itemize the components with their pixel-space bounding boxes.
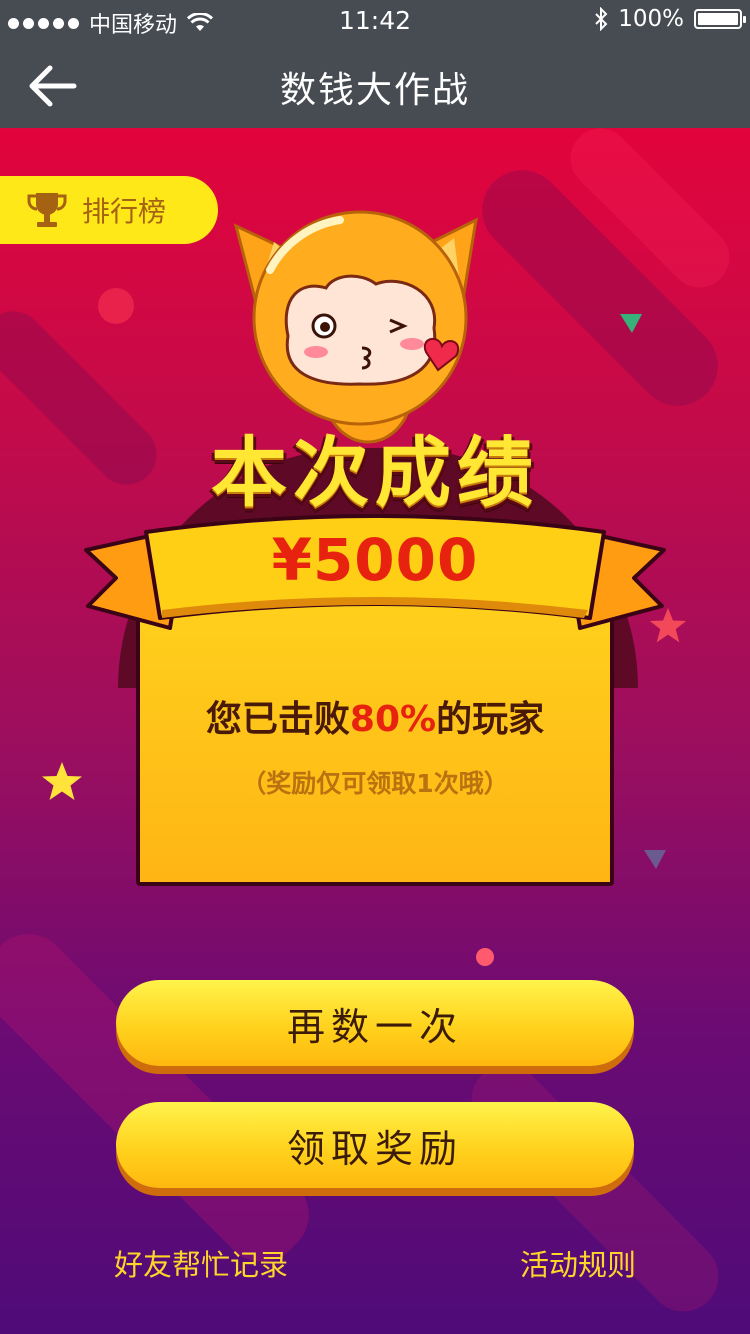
decor-dot <box>98 288 134 324</box>
game-result-stage: 排行榜 本次成绩 ¥5000 您已击败80%的玩家 （奖励仅可领取1次哦） 再数… <box>0 128 750 1334</box>
nav-bar: 数钱大作战 <box>0 44 750 128</box>
bg-streak <box>0 917 326 1279</box>
decor-triangle-icon <box>644 850 666 869</box>
beat-percent: 80% <box>349 699 437 740</box>
score-amount: ¥5000 <box>271 526 479 594</box>
claim-reward-button[interactable]: 领取奖励 <box>116 1102 634 1188</box>
rules-link[interactable]: 活动规则 <box>520 1242 636 1284</box>
friends-help-link[interactable]: 好友帮忙记录 <box>114 1242 288 1284</box>
battery-fill <box>698 13 738 25</box>
trophy-icon <box>27 193 67 227</box>
decor-star-icon <box>42 762 82 800</box>
battery-percent: 100% <box>618 6 684 32</box>
retry-button[interactable]: 再数一次 <box>116 980 634 1066</box>
leaderboard-button[interactable]: 排行榜 <box>0 176 218 244</box>
leaderboard-label: 排行榜 <box>82 195 167 228</box>
beat-suffix: 的玩家 <box>436 699 545 740</box>
page-title: 数钱大作战 <box>279 70 470 111</box>
battery-icon <box>694 9 746 29</box>
bluetooth-icon <box>595 7 608 31</box>
beat-prefix: 您已击败 <box>205 699 350 740</box>
status-bar: 中国移动 11:42 100% <box>0 0 750 44</box>
decor-dot <box>476 948 494 966</box>
bg-streak <box>457 1050 733 1326</box>
status-right: 100% <box>594 6 746 32</box>
beat-players-text: 您已击败80%的玩家 <box>136 690 614 742</box>
reward-note: （奖励仅可领取1次哦） <box>241 769 509 798</box>
decor-triangle-icon <box>620 314 642 333</box>
